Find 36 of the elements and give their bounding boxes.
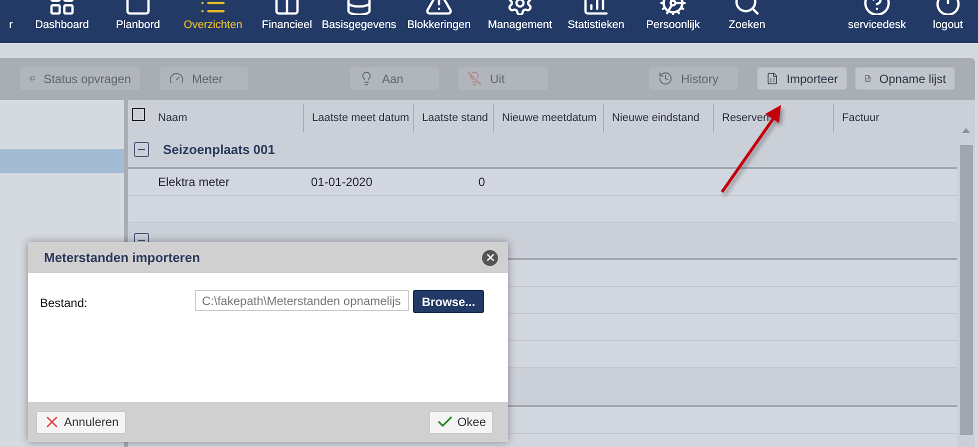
lightbulb-off-icon <box>467 71 482 86</box>
nav-item[interactable]: Blokkeringen <box>407 19 471 31</box>
nav-item[interactable]: r <box>9 19 13 31</box>
nav-item[interactable]: Planbord <box>116 19 160 31</box>
nav-item[interactable]: servicedesk <box>848 19 906 31</box>
select-all-checkbox[interactable] <box>132 108 145 121</box>
nav-item[interactable]: Statistieken <box>568 19 624 31</box>
file-input-field[interactable]: C:\fakepath\Meterstanden opnamelijs <box>195 290 409 311</box>
nav-item[interactable]: Management <box>488 19 552 31</box>
gauge-icon <box>169 71 184 86</box>
nav-item[interactable]: Basisgegevens <box>322 19 396 31</box>
close-icon <box>484 252 496 263</box>
toolbar-button[interactable]: Opname lijst <box>855 67 955 90</box>
table-cell-text: 01-01-2020 <box>310 175 374 189</box>
nav-item[interactable]: Dashboard <box>35 19 89 31</box>
dialog-title: Meterstanden importeren <box>44 250 200 265</box>
scroll-thumb[interactable] <box>960 145 973 435</box>
collapse-toggle[interactable] <box>134 142 149 157</box>
group-title: Seizoenplaats 001 <box>163 142 275 157</box>
ok-button[interactable]: Okee <box>429 410 493 434</box>
field-label: Bestand: <box>40 296 88 310</box>
spreadsheet-file-icon <box>766 71 779 86</box>
column-header[interactable]: Naam <box>150 104 303 132</box>
nav-item[interactable]: Zoeken <box>728 19 766 31</box>
nav-item[interactable]: Financieel <box>262 19 312 31</box>
table-cell-text: Elektra meter <box>157 175 230 189</box>
scrollbar[interactable] <box>957 100 975 447</box>
nav-item[interactable]: Overzichten <box>184 19 242 31</box>
cancel-button[interactable]: Annuleren <box>36 410 126 434</box>
close-button[interactable] <box>482 250 498 266</box>
table-cell-text: 0 <box>477 175 486 189</box>
nav-item[interactable]: Persoonlijk <box>646 19 700 31</box>
history-icon <box>658 71 673 86</box>
toolbar-button[interactable]: Importeer <box>757 67 847 90</box>
browse-button[interactable]: Browse... <box>413 290 484 313</box>
nav-item[interactable]: logout <box>933 19 963 31</box>
